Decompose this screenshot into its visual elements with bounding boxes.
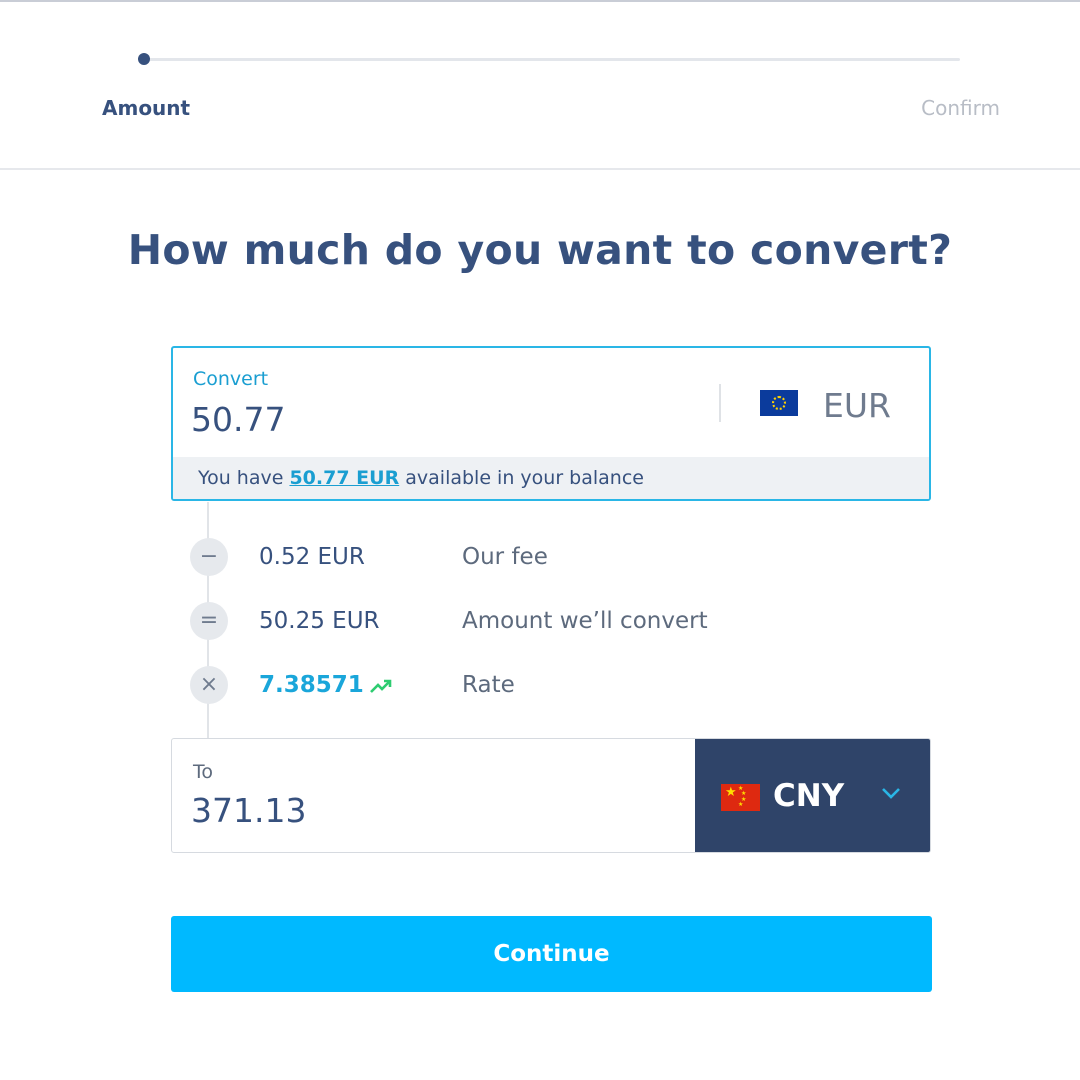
target-amount-field[interactable]: To 371.13 ★ ★ ★ ★ ★ CNY xyxy=(171,738,931,853)
fee-label: Our fee xyxy=(462,544,548,570)
to-label: To xyxy=(193,761,214,783)
target-currency-code: CNY xyxy=(773,778,845,814)
balance-text: You have 50.77 EUR available in your bal… xyxy=(198,467,644,489)
convert-amount-field[interactable]: Convert 50.77 EUR You have 50.77 EUR ava… xyxy=(171,346,931,501)
converted-amount-row: = 50.25 EUR Amount we’ll convert xyxy=(0,602,1080,642)
rate-label: Rate xyxy=(462,672,515,698)
step-label-confirm: Confirm xyxy=(921,96,1000,120)
progress-stepper: Amount Confirm xyxy=(0,0,1080,170)
equals-icon: = xyxy=(190,602,228,640)
rate-value[interactable]: 7.38571 xyxy=(259,672,364,698)
converted-amount-label: Amount we’ll convert xyxy=(462,608,708,634)
page-title: How much do you want to convert? xyxy=(127,226,953,274)
chevron-down-icon xyxy=(882,788,900,799)
china-flag-icon: ★ ★ ★ ★ ★ xyxy=(721,784,760,811)
balance-info: You have 50.77 EUR available in your bal… xyxy=(173,457,929,499)
source-currency-code: EUR xyxy=(823,386,891,425)
converted-amount: 50.25 EUR xyxy=(259,608,380,634)
target-currency-select[interactable]: ★ ★ ★ ★ ★ CNY xyxy=(695,739,930,852)
target-amount-input[interactable]: 371.13 xyxy=(191,791,306,830)
continue-button[interactable]: Continue xyxy=(171,916,932,992)
step-label-amount: Amount xyxy=(102,96,191,120)
balance-prefix: You have xyxy=(198,467,290,489)
balance-suffix: available in your balance xyxy=(399,467,644,489)
step-track xyxy=(144,58,960,61)
convert-label: Convert xyxy=(193,368,269,390)
step-indicator-dot xyxy=(138,53,150,65)
eu-flag-icon xyxy=(760,390,798,416)
balance-amount-link[interactable]: 50.77 EUR xyxy=(289,467,399,489)
minus-icon: − xyxy=(190,538,228,576)
fee-amount: 0.52 EUR xyxy=(259,544,365,570)
trending-up-icon xyxy=(369,679,392,693)
rate-value-group[interactable]: 7.38571 xyxy=(259,672,394,698)
field-divider xyxy=(719,384,721,422)
convert-amount-input[interactable]: 50.77 xyxy=(191,400,285,439)
fee-row: − 0.52 EUR Our fee xyxy=(0,538,1080,578)
rate-row: × 7.38571 Rate xyxy=(0,666,1080,706)
multiply-icon: × xyxy=(190,666,228,704)
